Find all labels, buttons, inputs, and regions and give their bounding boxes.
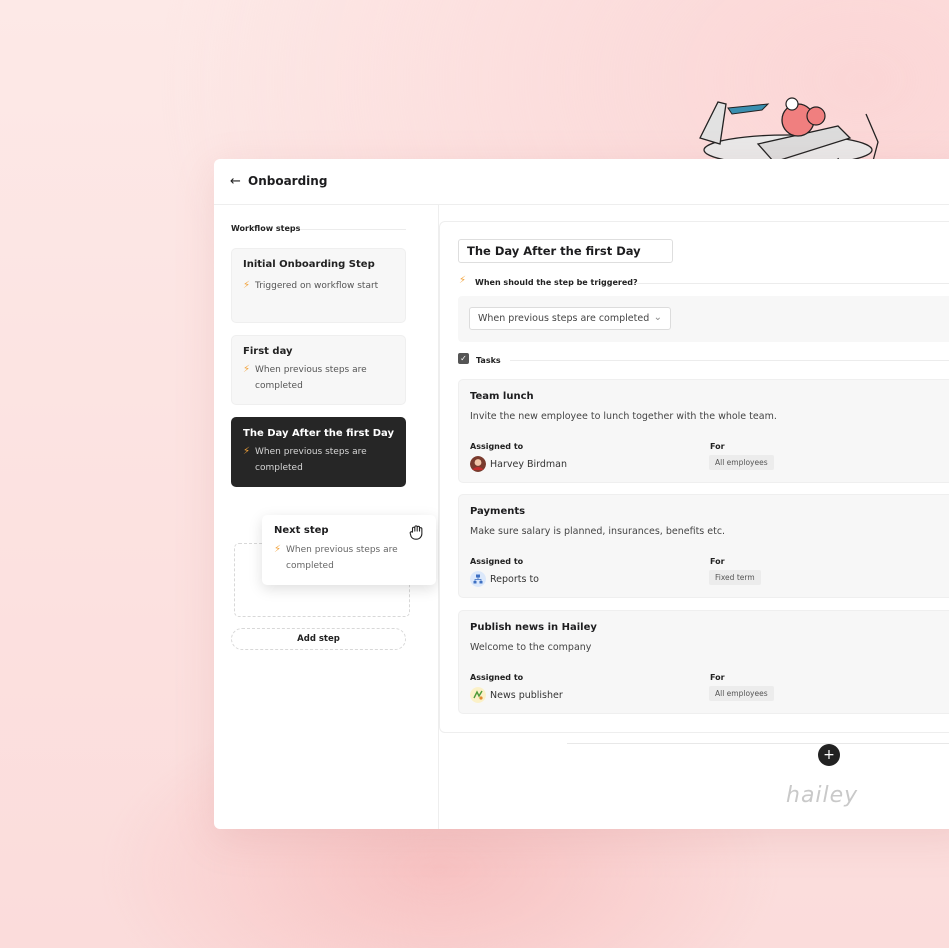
step-name: First day [243,346,293,357]
step-trigger: When previous steps are completed [255,447,367,473]
add-step-button[interactable]: Add step [231,628,406,650]
assigned-to-label: Assigned to [470,673,524,682]
audience-chip[interactable]: Fixed term [709,570,761,585]
top-bar: ← Onboarding [214,159,949,205]
assignee[interactable]: Reports to [470,571,539,587]
workflow-steps-label: Workflow steps [231,224,301,233]
assignee-name: News publisher [490,689,563,701]
step-trigger: When previous steps are completed [286,545,398,571]
workflow-editor-window: ← Onboarding Workflow steps Initial Onbo… [214,159,949,829]
audience-chip[interactable]: All employees [709,686,774,701]
task-title: Team lunch [470,391,534,402]
assignee[interactable]: News publisher [470,687,563,703]
divider [510,360,949,361]
task-description: Invite the new employee to lunch togethe… [470,411,777,422]
task-card[interactable]: Publish news in Hailey Welcome to the co… [458,610,949,714]
trigger-select[interactable]: When previous steps are completed ⌄ [469,307,671,330]
task-card[interactable]: Team lunch Invite the new employee to lu… [458,379,949,483]
lightning-icon: ⚡ [274,544,282,555]
tasks-checkbox[interactable]: ✓ [458,353,469,364]
step-name: The Day After the first Day [243,428,394,439]
divider [300,229,406,230]
plus-icon[interactable]: + [818,744,840,766]
task-description: Welcome to the company [470,642,592,653]
step-card-first-day[interactable]: First day ⚡ When previous steps are compl… [231,335,406,405]
assignee[interactable]: Harvey Birdman [470,456,567,472]
assignee-name: Harvey Birdman [490,458,568,470]
step-name: Next step [274,525,329,536]
assigned-to-label: Assigned to [470,557,524,566]
trigger-question-label: When should the step be triggered? [475,278,638,287]
grab-hand-icon [409,525,423,540]
lightning-icon: ⚡ [243,280,251,291]
step-editor-panel: The Day After the first Day ⚡ When shoul… [439,221,949,733]
lightning-icon: ⚡ [243,446,251,457]
tasks-label: Tasks [476,356,501,365]
for-label: For [710,557,725,566]
org-chart-icon [470,571,486,587]
news-publisher-icon [470,687,486,703]
lightning-icon: ⚡ [459,275,467,286]
trigger-section: When previous steps are completed ⌄ [458,296,949,342]
step-trigger: When previous steps are completed [255,365,367,391]
chevron-down-icon: ⌄ [653,312,662,323]
divider [635,283,949,284]
avatar [470,456,486,472]
step-card-active[interactable]: The Day After the first Day ⚡ When previo… [231,417,406,487]
task-description: Make sure salary is planned, insurances,… [470,526,726,537]
audience-chip[interactable]: All employees [709,455,774,470]
task-title: Publish news in Hailey [470,622,597,633]
dragging-step-card[interactable]: Next step ⚡ When previous steps are compl… [262,515,436,585]
hailey-logo: hailey [786,783,859,808]
assigned-to-label: Assigned to [470,442,524,451]
trigger-select-value: When previous steps are completed [478,313,650,324]
page-title: Onboarding [248,174,328,188]
assignee-name: Reports to [490,573,539,585]
task-title: Payments [470,506,526,517]
task-card[interactable]: Payments Make sure salary is planned, in… [458,494,949,598]
step-name-input[interactable]: The Day After the first Day [458,239,673,263]
step-name: Initial Onboarding Step [243,259,375,270]
lightning-icon: ⚡ [243,364,251,375]
step-trigger: Triggered on workflow start [255,281,379,291]
for-label: For [710,673,725,682]
for-label: For [710,442,725,451]
arrow-left-icon[interactable]: ← [230,174,241,189]
workflow-steps-sidebar: Workflow steps Initial Onboarding Step ⚡… [214,205,439,829]
step-card-initial[interactable]: Initial Onboarding Step ⚡ Triggered on wo… [231,248,406,323]
divider [567,743,949,744]
